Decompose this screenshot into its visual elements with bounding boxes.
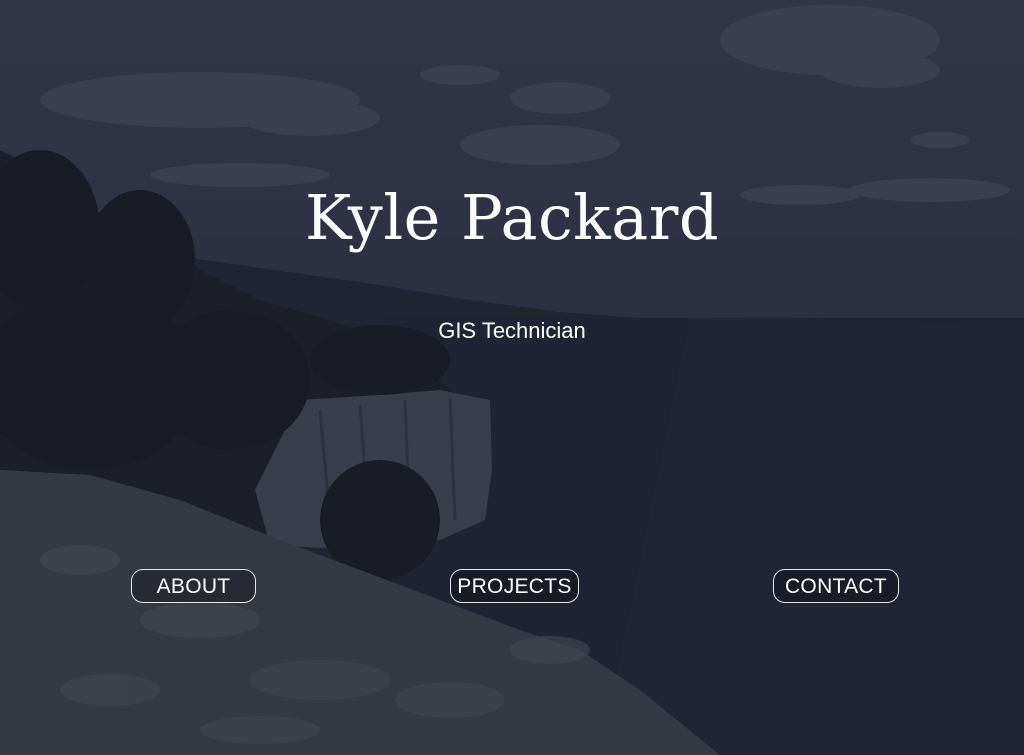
- lake-cliff-background-image: [0, 0, 1024, 755]
- hero-section: Kyle Packard GIS Technician ABOUT PROJEC…: [0, 0, 1024, 755]
- about-button[interactable]: ABOUT: [131, 569, 256, 603]
- page-title: Kyle Packard: [304, 181, 720, 254]
- job-title-subtitle: GIS Technician: [438, 318, 586, 343]
- contact-button[interactable]: CONTACT: [773, 569, 899, 603]
- projects-button[interactable]: PROJECTS: [450, 569, 579, 603]
